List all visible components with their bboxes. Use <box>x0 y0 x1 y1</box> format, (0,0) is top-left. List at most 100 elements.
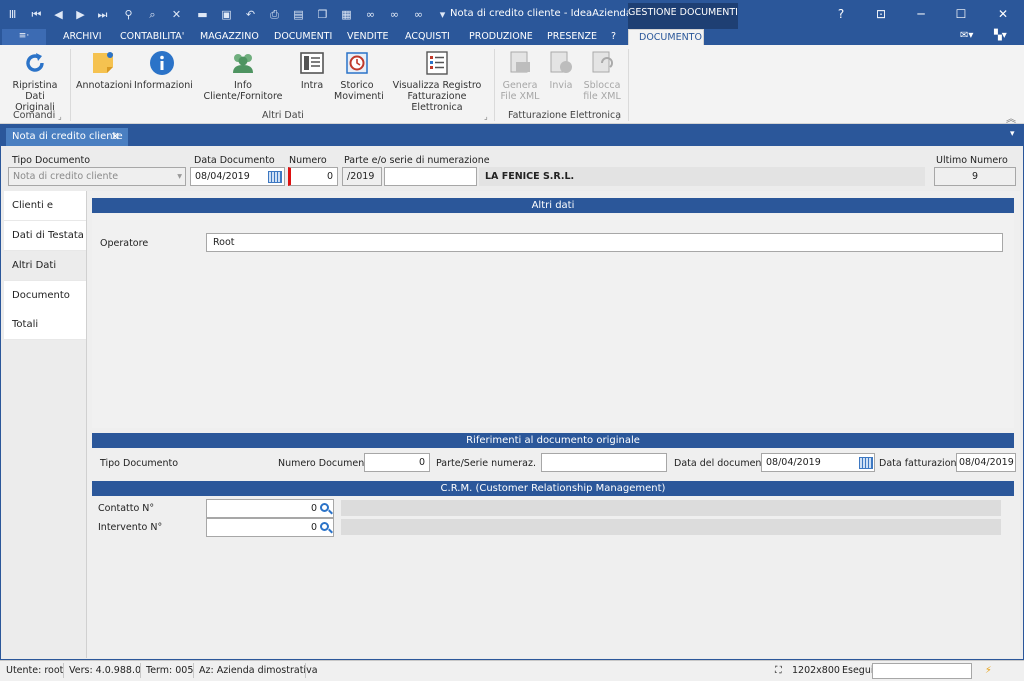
send-icon <box>550 51 572 73</box>
document-tab-label: Nota di credito cliente <box>12 131 123 142</box>
ripristina-button[interactable]: Ripristina Dati Originali <box>8 50 62 113</box>
tab-list-dropdown-icon[interactable]: ▾ <box>1010 129 1015 139</box>
refresh-icon <box>26 53 44 72</box>
rif-serie-field[interactable] <box>541 453 667 472</box>
document-icon[interactable]: ▤ <box>292 8 305 21</box>
tab-presenze[interactable]: PRESENZE <box>547 29 597 45</box>
tab-acquisti[interactable]: ACQUISTI <box>405 29 450 45</box>
last-record-icon[interactable]: ⏭ <box>96 8 109 21</box>
rif-data-doc-label: Data del documento <box>674 458 771 469</box>
app-logo-icon: Ⅲ <box>8 8 17 21</box>
intervento-field[interactable]: 0 <box>206 518 334 537</box>
print-icon[interactable]: ⎙ <box>268 8 281 21</box>
data-documento-value: 08/04/2019 <box>195 171 250 182</box>
minimize-button[interactable]: ─ <box>906 6 936 22</box>
sidebar-item-dati-testata[interactable]: Dati di Testata <box>4 221 86 251</box>
maximize-button[interactable]: ☐ <box>946 6 976 22</box>
status-resolution: 1202x800 <box>792 665 840 676</box>
numero-field[interactable]: 0 <box>288 167 338 186</box>
tab-documento[interactable]: DOCUMENTO <box>628 29 704 45</box>
intra-button[interactable]: Intra <box>296 50 328 91</box>
undo-icon[interactable]: ↶ <box>244 8 257 21</box>
tab-magazzino[interactable]: MAGAZZINO <box>200 29 259 45</box>
tab-contabilita[interactable]: CONTABILITA' <box>120 29 184 45</box>
close-tab-icon[interactable]: ✕ <box>111 128 120 146</box>
layout-icon[interactable]: ▚▾ <box>994 30 1007 41</box>
sidebar-item-altri-dati[interactable]: Altri Dati <box>4 251 86 281</box>
serie-field[interactable] <box>384 167 477 186</box>
group-label-fatturazione: Fatturazione Elettronica <box>508 110 622 121</box>
info-cliente-button[interactable]: Info Cliente/Fornitore <box>196 50 290 102</box>
group-launcher-icon[interactable]: ⌟ <box>616 112 620 121</box>
tipo-documento-select[interactable]: Nota di credito cliente ▾ <box>8 167 186 186</box>
sidebar-item-totali[interactable]: Totali <box>4 310 86 340</box>
search-icon[interactable] <box>320 522 329 531</box>
file-menu-button[interactable]: ≡· <box>2 29 46 45</box>
contatto-value: 0 <box>310 503 317 514</box>
storico-label: Storico Movimenti <box>334 80 384 102</box>
ribbon-display-icon[interactable]: ⊡ <box>866 6 896 22</box>
save-icon[interactable]: ▣ <box>220 8 233 21</box>
tab-vendite[interactable]: VENDITE <box>347 29 389 45</box>
calendar-icon[interactable] <box>859 457 873 469</box>
sidebar-item-clienti-fornitori[interactable]: Clienti e Fornitori <box>4 191 86 241</box>
rif-data-doc-field[interactable]: 08/04/2019 <box>761 453 875 472</box>
ultimo-numero-field: 9 <box>934 167 1016 186</box>
close-button[interactable]: ✕ <box>988 6 1018 22</box>
sidebar-item-documento[interactable]: Documento <box>4 281 86 311</box>
status-separator <box>193 663 194 678</box>
tab-documenti[interactable]: DOCUMENTI <box>274 29 332 45</box>
filter-icon[interactable]: ⌕ <box>146 8 159 21</box>
binoculars-next-icon[interactable]: ∞ <box>388 8 401 21</box>
section-header-riferimenti: Riferimenti al documento originale <box>92 433 1014 448</box>
open-folder-icon[interactable]: ▬ <box>196 8 209 21</box>
help-icon[interactable]: ? <box>826 6 856 22</box>
informazioni-label: Informazioni <box>134 80 193 91</box>
esegui-input[interactable] <box>872 663 972 679</box>
tab-help[interactable]: ? <box>611 29 616 45</box>
annotazioni-button[interactable]: Annotazioni <box>76 50 132 91</box>
delete-icon[interactable]: ✕ <box>170 8 183 21</box>
quick-access-dropdown-icon[interactable]: ▾ <box>436 8 449 21</box>
informazioni-button[interactable]: Informazioni <box>134 50 193 91</box>
calendar-icon[interactable] <box>268 171 282 183</box>
document-tab[interactable]: Nota di credito cliente ✕ <box>6 128 128 146</box>
binoculars-prev-icon[interactable]: ∞ <box>412 8 425 21</box>
genera-xml-button[interactable]: Genera File XML <box>500 50 540 102</box>
next-record-icon[interactable]: ▶ <box>74 8 87 21</box>
group-launcher-icon[interactable]: ⌟ <box>484 112 488 121</box>
tab-archivi[interactable]: ARCHIVI <box>63 29 102 45</box>
intra-icon <box>300 52 324 74</box>
status-separator <box>305 663 306 678</box>
sblocca-xml-button[interactable]: Sblocca file XML <box>582 50 622 102</box>
tab-produzione[interactable]: PRODUZIONE <box>469 29 533 45</box>
operatore-field[interactable]: Root <box>206 233 1003 252</box>
sticky-note-icon <box>93 52 113 73</box>
lightning-icon[interactable]: ⚡ <box>985 665 992 676</box>
search-icon[interactable]: ⚲ <box>122 8 135 21</box>
visualizza-registro-label: Visualizza Registro Fatturazione Elettro… <box>392 80 482 113</box>
search-icon[interactable] <box>320 503 329 512</box>
mail-icon[interactable]: ✉▾ <box>960 30 973 41</box>
storico-button[interactable]: Storico Movimenti <box>334 50 384 102</box>
ripristina-label: Ripristina Dati Originali <box>12 80 58 113</box>
calculator-icon[interactable]: ▦ <box>340 8 353 21</box>
generate-xml-icon <box>510 51 530 73</box>
tipo-documento-label: Tipo Documento <box>12 155 91 166</box>
register-list-icon <box>426 51 448 75</box>
rif-numero-field[interactable]: 0 <box>364 453 430 472</box>
visualizza-registro-button[interactable]: Visualizza Registro Fatturazione Elettro… <box>386 50 488 113</box>
first-record-icon[interactable]: ⏮ <box>30 8 43 21</box>
numero-value: 0 <box>326 171 333 182</box>
rif-data-fatt-field[interactable]: 08/04/2019 <box>956 453 1016 472</box>
copy-icon[interactable]: ❐ <box>316 8 329 21</box>
rif-tipo-documento-label: Tipo Documento <box>100 458 179 469</box>
prev-record-icon[interactable]: ◀ <box>52 8 65 21</box>
binoculars-icon[interactable]: ∞ <box>364 8 377 21</box>
group-launcher-icon[interactable]: ⌟ <box>58 112 62 121</box>
fullscreen-icon[interactable]: ⛶ <box>775 665 782 676</box>
invia-button[interactable]: Invia <box>544 50 578 91</box>
collapse-ribbon-icon[interactable]: ︽ <box>1006 110 1016 125</box>
contatto-field[interactable]: 0 <box>206 499 334 518</box>
status-utente: Utente: root <box>6 665 64 676</box>
